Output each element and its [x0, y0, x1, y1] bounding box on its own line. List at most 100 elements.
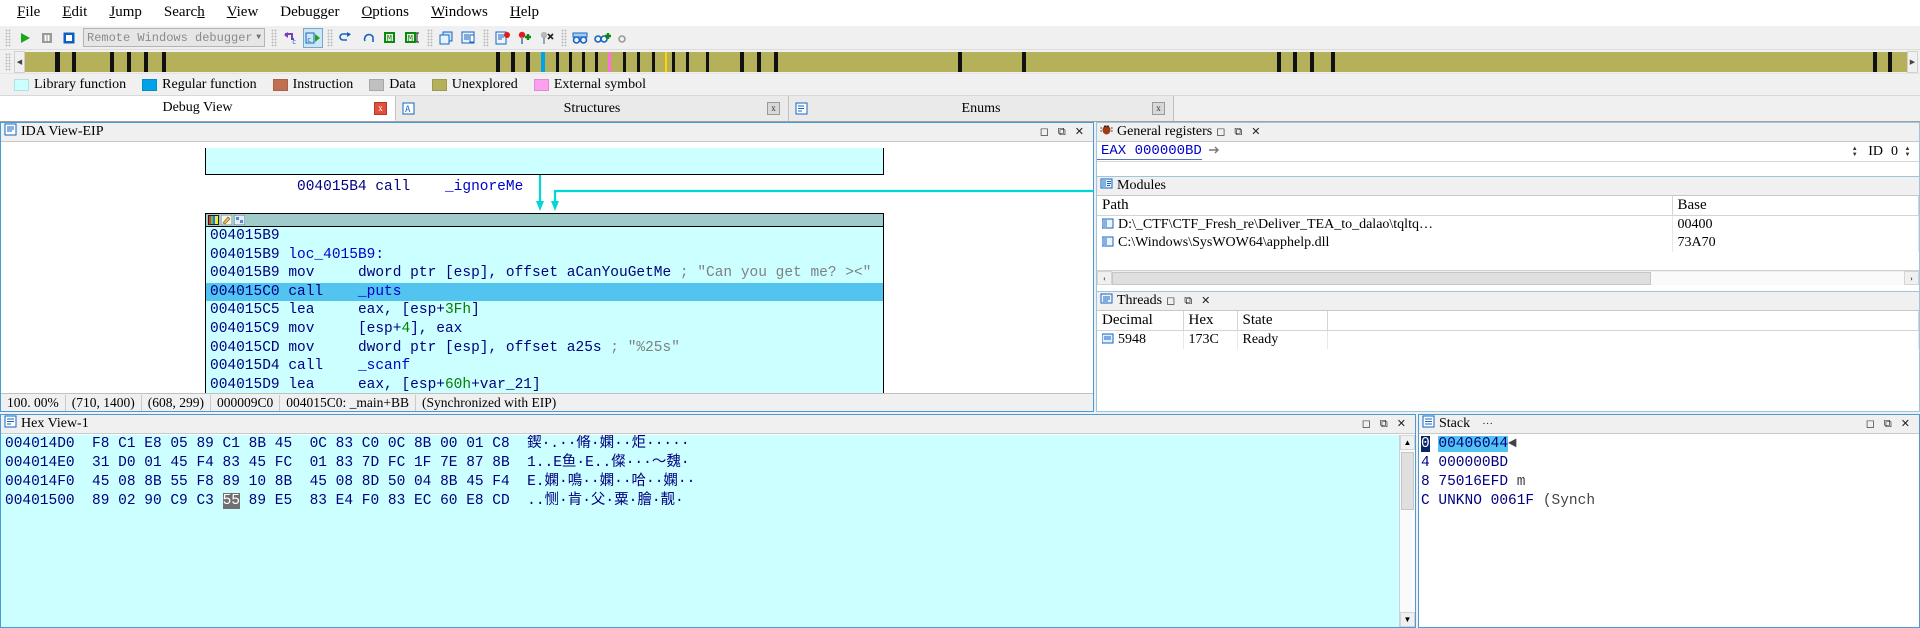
hex-row-3[interactable]: 00401500 89 02 90 C9 C3 55 89 E5 83 E4 F… — [1, 492, 1399, 511]
ida-view-close-button[interactable]: ✕ — [1075, 126, 1084, 138]
hex-vertical-scrollbar[interactable]: ▲ ▼ — [1399, 435, 1415, 627]
hex-row-2[interactable]: 004014F0 45 08 8B 55 F8 89 10 8B 45 08 8… — [1, 473, 1399, 492]
registers-close-button[interactable]: ✕ — [1251, 126, 1260, 138]
hex-scroll-track[interactable] — [1400, 450, 1415, 612]
edit-block-icon[interactable] — [221, 215, 232, 225]
return-button[interactable] — [359, 28, 379, 48]
hex-view-minimize-button[interactable]: ◻ — [1362, 418, 1371, 430]
hex-dump[interactable]: 004014D0 F8 C1 E8 05 89 C1 8B 45 0C 83 C… — [1, 435, 1399, 627]
module-path-cell[interactable]: C:\Windows\SysWOW64\apphelp.dll — [1097, 234, 1673, 252]
disasm-line-3-current[interactable]: 004015C0 call _puts — [206, 282, 883, 302]
toolbar-grip[interactable] — [5, 28, 11, 47]
disasm-line-7[interactable]: 004015D4 call _scanf — [206, 357, 883, 376]
disasm-line-5[interactable]: 004015C9 mov [esp+4], eax — [206, 320, 883, 339]
tab-structures[interactable]: A Structures x — [396, 96, 789, 121]
jump-to-marked-button[interactable]: M — [403, 28, 423, 48]
registers-minimize-button[interactable]: ◻ — [1216, 126, 1225, 138]
navband-scroll-left[interactable]: ◀ — [14, 50, 25, 73]
run-button[interactable] — [15, 28, 35, 48]
modules-col-base[interactable]: Base — [1672, 196, 1919, 216]
toolbar-grip-3[interactable] — [327, 28, 333, 47]
threads-col-state[interactable]: State — [1237, 311, 1328, 331]
step-into-button[interactable]: c — [281, 28, 301, 48]
modules-scroll-thumb[interactable] — [1112, 271, 1651, 285]
hex-view-close-button[interactable]: ✕ — [1397, 418, 1406, 430]
menu-item-debugger[interactable]: Debugger — [269, 2, 350, 23]
disasm-line-1[interactable]: 004015B9 loc_4015B9: — [206, 246, 883, 265]
modules-horizontal-scrollbar[interactable]: ‹ › — [1097, 270, 1919, 285]
module-base-cell[interactable]: 00400 — [1672, 215, 1919, 234]
breakpoint-list-button[interactable] — [493, 28, 513, 48]
registers-row[interactable]: EAX 000000BD ▲ ▼ ID 0 ▲ ▼ — [1097, 142, 1919, 162]
scroll-up-arrow-icon[interactable]: ▲ — [1400, 435, 1415, 450]
toolbar-grip-4[interactable] — [427, 28, 433, 47]
thread-decimal-cell[interactable]: 5948 — [1097, 330, 1184, 349]
tab-close-debug-view[interactable]: x — [374, 101, 387, 115]
stack-row-2[interactable]: 8 75016EFD m — [1419, 473, 1919, 492]
thread-state-cell[interactable]: Ready — [1237, 330, 1328, 349]
mark-position-button[interactable]: M — [381, 28, 401, 48]
disasm-line-2[interactable]: 004015B9 mov dword ptr [esp], offset aCa… — [206, 264, 883, 283]
stack-value[interactable]: 75016EFD — [1438, 474, 1508, 490]
ida-view-restore-button[interactable]: ⧉ — [1058, 126, 1066, 138]
copy-all-button[interactable] — [459, 28, 479, 48]
menu-item-options[interactable]: Options — [350, 2, 420, 23]
navband-scroll-right[interactable]: ▶ — [1907, 50, 1918, 73]
hex-bytes[interactable]: F8 C1 E8 05 89 C1 8B 45 0C 83 C0 0C 8B 0… — [92, 436, 510, 452]
table-row[interactable]: 5948 173C Ready — [1097, 330, 1919, 349]
thread-hex-cell[interactable]: 173C — [1183, 330, 1238, 349]
basic-block-main[interactable]: 004015B9 004015B9 loc_4015B9: 004015B9 m… — [205, 213, 884, 393]
menu-item-jump[interactable]: Jump — [98, 2, 153, 23]
navband-grip[interactable] — [5, 52, 11, 71]
hex-bytes[interactable]: 31 D0 01 45 F4 83 45 FC 01 83 7D FC 1F 7… — [92, 455, 510, 471]
scroll-right-arrow-icon[interactable]: › — [1904, 271, 1919, 285]
register-eax-value[interactable]: 000000BD — [1135, 143, 1202, 159]
hex-byte-selected[interactable]: 55 — [222, 493, 240, 509]
navigation-band[interactable] — [25, 51, 1907, 72]
stack-dump[interactable]: 0 00406044◄ 4 000000BD 8 75016EFD m C UN… — [1419, 435, 1919, 627]
scroll-left-arrow-icon[interactable]: ‹ — [1097, 271, 1112, 285]
tab-enums[interactable]: Enums x — [789, 96, 1174, 121]
menu-item-windows[interactable]: Windows — [420, 2, 499, 23]
menu-item-help[interactable]: Help — [499, 2, 550, 23]
stack-value[interactable]: UNKNO 0061F — [1438, 493, 1534, 509]
toolbar-grip-6[interactable] — [561, 28, 567, 47]
disasm-line-upper-0[interactable]: 004015B4 call _ignoreMe — [206, 148, 883, 195]
step-over-button[interactable]: c — [303, 27, 323, 48]
tab-debug-view[interactable]: Debug View x — [0, 96, 396, 121]
hex-view-restore-button[interactable]: ⧉ — [1380, 418, 1388, 430]
debugger-selector[interactable]: Remote Windows debugger ▼ — [83, 28, 265, 47]
copy-window-button[interactable] — [437, 28, 457, 48]
stack-row-0[interactable]: 0 00406044◄ — [1419, 435, 1919, 454]
add-breakpoint-button[interactable] — [515, 28, 535, 48]
tab-close-structures[interactable]: x — [767, 102, 780, 115]
stack-value[interactable]: 00406044 — [1438, 436, 1509, 452]
disasm-line-4[interactable]: 004015C5 lea eax, [esp+3Fh] — [206, 301, 883, 320]
module-base-cell[interactable]: 73A70 — [1672, 234, 1919, 252]
menu-item-edit[interactable]: Edit — [51, 2, 98, 23]
menu-item-search[interactable]: Search — [153, 2, 216, 23]
stack-value[interactable]: 000000BD — [1438, 455, 1508, 471]
modules-scroll-track[interactable] — [1112, 271, 1904, 285]
basic-block-header[interactable] — [206, 214, 883, 227]
table-row[interactable]: C:\Windows\SysWOW64\apphelp.dll 73A70 — [1097, 234, 1919, 252]
disasm-line-0[interactable]: 004015B9 — [206, 227, 883, 246]
hex-bytes[interactable]: 45 08 8B 55 F8 89 10 8B 45 08 8D 50 04 8… — [92, 474, 510, 490]
menu-item-file[interactable]: File — [6, 2, 51, 23]
threads-col-hex[interactable]: Hex — [1183, 311, 1238, 331]
toolbar-grip-5[interactable] — [483, 28, 489, 47]
stack-restore-button[interactable]: ⧉ — [1884, 418, 1892, 430]
pause-button[interactable] — [37, 28, 57, 48]
hex-bytes-post[interactable]: 89 E5 83 E4 F0 83 EC 60 E8 CD — [240, 493, 510, 509]
tab-close-enums[interactable]: x — [1152, 102, 1165, 115]
stop-button[interactable] — [59, 28, 79, 48]
hex-scroll-thumb[interactable] — [1401, 452, 1414, 510]
toolbar-grip-2[interactable] — [271, 28, 277, 47]
stack-row-1[interactable]: 4 000000BD — [1419, 454, 1919, 473]
threads-minimize-button[interactable]: ◻ — [1166, 295, 1175, 307]
thread-id-spinner[interactable]: ▲ ▼ — [1902, 146, 1913, 158]
color-palette-icon[interactable] — [208, 215, 219, 225]
menu-item-view[interactable]: View — [216, 2, 270, 23]
threads-close-button[interactable]: ✕ — [1201, 295, 1210, 307]
threads-col-decimal[interactable]: Decimal — [1097, 311, 1184, 331]
